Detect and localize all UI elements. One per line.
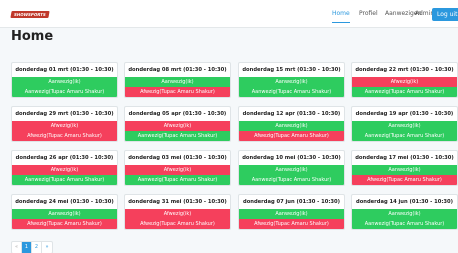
logout-button[interactable]: Log uit (432, 8, 458, 21)
brand-logo[interactable]: SHOWSPORTS (10, 11, 50, 18)
member-attendance-status: Afwezig(Tupac Amaru Shakur) (12, 131, 117, 141)
event-card: donderdag 29 mrt (01:30 - 10:30) Afwezig(… (11, 106, 118, 142)
own-attendance-toggle[interactable]: Aanwezig(ik) (352, 209, 457, 219)
event-date-title: donderdag 29 mrt (01:30 - 10:30) (15, 111, 114, 117)
event-card: donderdag 12 apr (01:30 - 10:30) Aanwezig… (238, 106, 345, 142)
event-card: donderdag 24 mei (01:30 - 10:30) Aanwezig… (11, 194, 118, 230)
own-attendance-toggle[interactable]: Afwezig(ik) (12, 165, 117, 175)
event-card: donderdag 08 mrt (01:30 - 10:30) Aanwezig… (124, 62, 231, 98)
event-card: donderdag 31 mei (01:30 - 10:30) Afwezig(… (124, 194, 231, 230)
event-date-title: donderdag 05 apr (01:30 - 10:30) (128, 111, 227, 117)
member-attendance-status: Aanwezig(Tupac Amaru Shakur) (125, 131, 230, 141)
event-card: donderdag 17 mei (01:30 - 10:30) Aanwezig… (351, 150, 458, 186)
nav-home[interactable]: Home (332, 10, 350, 23)
event-date-title: donderdag 26 apr (01:30 - 10:30) (15, 155, 114, 161)
member-attendance-status: Aanwezig(Tupac Amaru Shakur) (12, 175, 117, 185)
event-date-title: donderdag 07 jun (01:30 - 10:30) (242, 199, 341, 205)
event-card: donderdag 22 mrt (01:30 - 10:30) Afwezig(… (351, 62, 458, 98)
navbar: SHOWSPORTS Home Profiel Aanwezigen Admin… (0, 0, 458, 28)
event-card: donderdag 15 mrt (01:30 - 10:30) Aanwezig… (238, 62, 345, 98)
member-attendance-status: Aanwezig(Tupac Amaru Shakur) (239, 175, 344, 185)
event-date-title: donderdag 10 mei (01:30 - 10:30) (242, 155, 341, 161)
member-attendance-status: Aanwezig(Tupac Amaru Shakur) (352, 87, 457, 97)
own-attendance-toggle[interactable]: Afwezig(ik) (125, 165, 230, 175)
own-attendance-toggle[interactable]: Afwezig(ik) (125, 209, 230, 219)
own-attendance-toggle[interactable]: Aanwezig(ik) (12, 77, 117, 87)
page-title: Home (11, 29, 54, 44)
own-attendance-toggle[interactable]: Afwezig(ik) (352, 77, 457, 87)
event-date-title: donderdag 12 apr (01:30 - 10:30) (242, 111, 341, 117)
own-attendance-toggle[interactable]: Aanwezig(ik) (125, 77, 230, 87)
event-card: donderdag 14 jun (01:30 - 10:30) Aanwezig… (351, 194, 458, 230)
member-attendance-status: Aanwezig(Tupac Amaru Shakur) (352, 219, 457, 229)
own-attendance-toggle[interactable]: Aanwezig(ik) (239, 209, 344, 219)
page-2-button[interactable]: 2 (32, 242, 42, 253)
own-attendance-toggle[interactable]: Aanwezig(ik) (12, 209, 117, 219)
member-attendance-status: Afwezig(Tupac Amaru Shakur) (239, 131, 344, 141)
event-date-title: donderdag 03 mei (01:30 - 10:30) (128, 155, 227, 161)
event-date-title: donderdag 17 mei (01:30 - 10:30) (355, 155, 454, 161)
page-next-button[interactable]: » (42, 242, 52, 253)
own-attendance-toggle[interactable]: Aanwezig(ik) (239, 77, 344, 87)
member-attendance-status: Afwezig(Tupac Amaru Shakur) (12, 219, 117, 229)
event-card: donderdag 19 apr (01:30 - 10:30) Aanwezig… (351, 106, 458, 142)
own-attendance-toggle[interactable]: Aanwezig(ik) (239, 165, 344, 175)
own-attendance-toggle[interactable]: Afwezig(ik) (125, 121, 230, 131)
member-attendance-status: Afwezig(Tupac Amaru Shakur) (239, 219, 344, 229)
event-date-title: donderdag 01 mrt (01:30 - 10:30) (15, 67, 114, 73)
member-attendance-status: Afwezig(Tupac Amaru Shakur) (125, 219, 230, 229)
event-card: donderdag 10 mei (01:30 - 10:30) Aanwezig… (238, 150, 345, 186)
page-1-button[interactable]: 1 (22, 242, 32, 253)
own-attendance-toggle[interactable]: Aanwezig(ik) (352, 165, 457, 175)
own-attendance-toggle[interactable]: Afwezig(ik) (12, 121, 117, 131)
event-card: donderdag 07 jun (01:30 - 10:30) Aanwezig… (238, 194, 345, 230)
event-date-title: donderdag 19 apr (01:30 - 10:30) (355, 111, 454, 117)
event-date-title: donderdag 15 mrt (01:30 - 10:30) (242, 67, 341, 73)
nav-profiel[interactable]: Profiel (359, 10, 378, 18)
event-date-title: donderdag 31 mei (01:30 - 10:30) (128, 199, 227, 205)
event-date-title: donderdag 22 mrt (01:30 - 10:30) (355, 67, 454, 73)
event-card: donderdag 26 apr (01:30 - 10:30) Afwezig(… (11, 150, 118, 186)
member-attendance-status: Afwezig(Tupac Amaru Shakur) (125, 87, 230, 97)
member-attendance-status: Aanwezig(Tupac Amaru Shakur) (352, 131, 457, 141)
member-attendance-status: Aanwezig(Tupac Amaru Shakur) (239, 87, 344, 97)
member-attendance-status: Aanwezig(Tupac Amaru Shakur) (125, 175, 230, 185)
event-date-title: donderdag 24 mei (01:30 - 10:30) (15, 199, 114, 205)
event-card: donderdag 05 apr (01:30 - 10:30) Afwezig(… (124, 106, 231, 142)
pagination: « 1 2 » (11, 241, 53, 253)
event-date-title: donderdag 14 jun (01:30 - 10:30) (355, 199, 454, 205)
member-attendance-status: Aanwezig(Tupac Amaru Shakur) (12, 87, 117, 97)
event-card: donderdag 01 mrt (01:30 - 10:30) Aanwezig… (11, 62, 118, 98)
own-attendance-toggle[interactable]: Aanwezig(ik) (352, 121, 457, 131)
event-card: donderdag 03 mei (01:30 - 10:30) Afwezig(… (124, 150, 231, 186)
page-prev-button[interactable]: « (12, 242, 22, 253)
event-date-title: donderdag 08 mrt (01:30 - 10:30) (128, 67, 227, 73)
own-attendance-toggle[interactable]: Aanwezig(ik) (239, 121, 344, 131)
member-attendance-status: Afwezig(Tupac Amaru Shakur) (352, 175, 457, 185)
